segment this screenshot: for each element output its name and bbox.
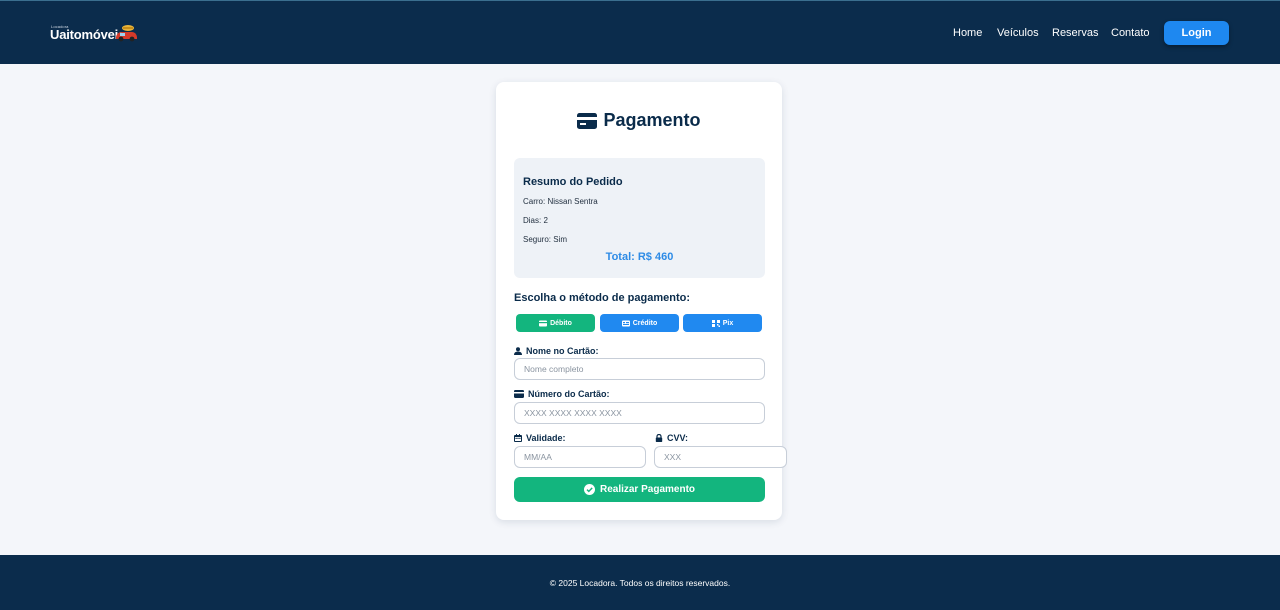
debit-label: Débito <box>550 319 572 327</box>
lock-icon <box>655 434 663 442</box>
footer-copyright: © 2025 Locadora. Todos os direitos reser… <box>549 577 731 588</box>
credit-label: Crédito <box>632 319 658 327</box>
summary-title: Resumo do Pedido <box>523 176 623 188</box>
card-number-label: Número do Cartão: <box>528 389 610 399</box>
site-logo[interactable]: Locadora Uaitomóveis <box>50 21 140 47</box>
car-mascot-icon <box>116 25 137 42</box>
nav-home[interactable]: Home <box>953 27 982 39</box>
cvv-label: CVV: <box>667 433 689 443</box>
pix-label: Pix <box>722 319 734 327</box>
card-name-label: Nome no Cartão: <box>526 346 599 356</box>
credit-button[interactable]: Crédito <box>600 314 679 332</box>
card-number-label-row: Número do Cartão: <box>514 389 610 399</box>
qrcode-icon <box>711 319 720 327</box>
submit-payment-label: Realizar Pagamento <box>599 484 696 495</box>
credit-card-icon <box>621 320 630 326</box>
payment-method-label: Escolha o método de pagamento: <box>514 292 691 304</box>
card-name-label-row: Nome no Cartão: <box>514 346 599 356</box>
card-number-input[interactable]: XXXX XXXX XXXX XXXX <box>514 402 765 424</box>
card-name-input[interactable]: Nome completo <box>514 358 765 380</box>
credit-card-icon <box>514 390 524 398</box>
user-icon <box>514 347 522 355</box>
site-header: Locadora Uaitomóveis Home Veículos Reser… <box>0 0 1280 64</box>
summary-car: Carro: Nissan Sentra <box>523 197 598 206</box>
debit-card-icon <box>539 320 548 326</box>
page-title: Pagamento <box>603 110 701 130</box>
calendar-icon <box>514 434 522 442</box>
cvv-label-row: CVV: <box>655 433 688 443</box>
site-footer: © 2025 Locadora. Todos os direitos reser… <box>0 555 1280 610</box>
debit-button[interactable]: Débito <box>516 314 595 332</box>
cvv-input[interactable]: XXX <box>654 446 787 468</box>
login-button[interactable]: Login <box>1164 21 1229 45</box>
submit-payment-button[interactable]: Realizar Pagamento <box>514 477 765 502</box>
summary-insurance: Seguro: Sim <box>523 235 568 244</box>
payment-card: Pagamento Resumo do Pedido Carro: Nissan… <box>496 82 787 520</box>
summary-days: Dias: 2 <box>523 216 548 225</box>
pix-button[interactable]: Pix <box>683 314 762 332</box>
nav-contato[interactable]: Contato <box>1111 27 1150 39</box>
order-summary: Resumo do Pedido Carro: Nissan Sentra Di… <box>514 158 765 278</box>
check-circle-icon <box>583 484 595 495</box>
expiry-label: Validade: <box>526 433 566 443</box>
nav-reservas[interactable]: Reservas <box>1052 27 1098 39</box>
expiry-input[interactable]: MM/AA <box>514 446 646 468</box>
nav-veiculos[interactable]: Veículos <box>997 27 1039 39</box>
card-title: Pagamento <box>496 110 782 131</box>
credit-card-icon <box>577 112 598 129</box>
summary-total: Total: R$ 460 <box>605 251 674 263</box>
expiry-label-row: Validade: <box>514 433 566 443</box>
